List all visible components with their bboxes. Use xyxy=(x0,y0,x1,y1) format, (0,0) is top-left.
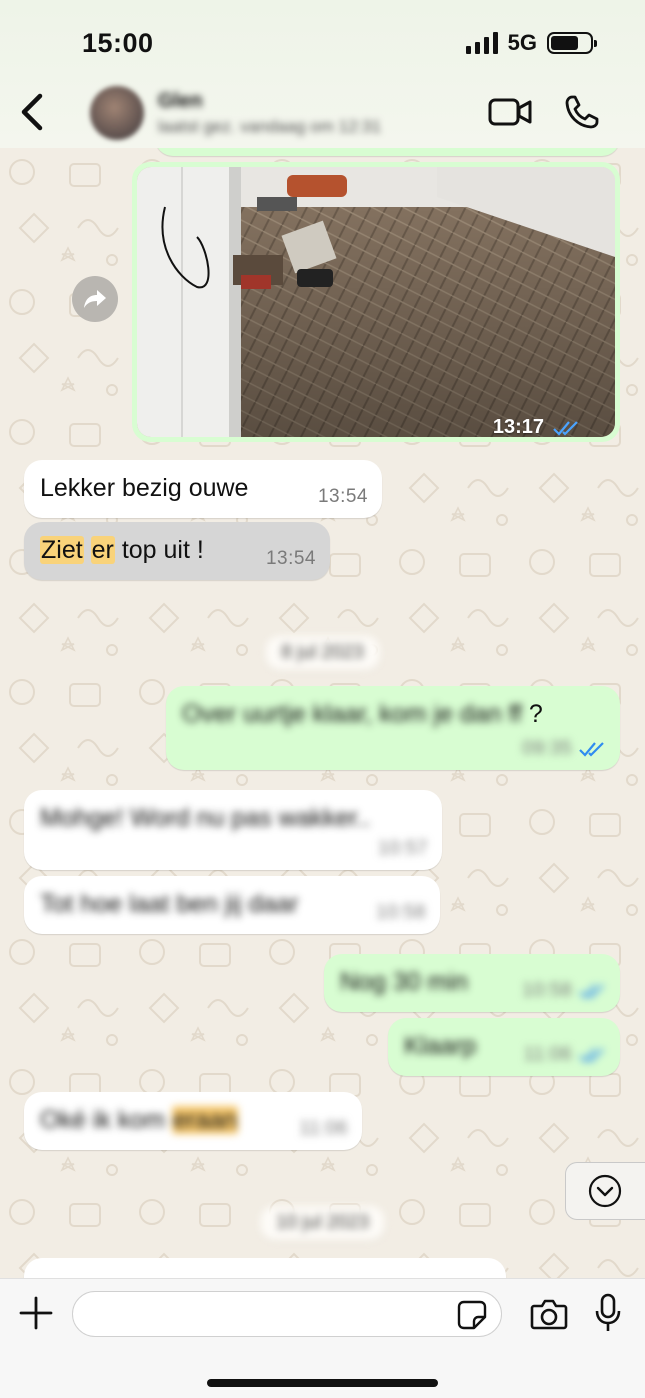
message-bubble-incoming[interactable]: Oké ik kom eraan 11:06 xyxy=(24,1092,362,1150)
photo-meta: 13:17 xyxy=(493,416,580,439)
message-meta: 11:06 xyxy=(524,1044,606,1066)
video-call-icon[interactable] xyxy=(488,96,532,128)
contact-avatar[interactable] xyxy=(90,86,144,140)
back-chevron-icon[interactable] xyxy=(16,92,50,132)
forward-arrow-icon xyxy=(84,290,106,308)
message-composer xyxy=(0,1278,645,1398)
message-bubble-outgoing[interactable]: Nog 30 min 10:58 xyxy=(324,954,620,1012)
microphone-icon[interactable] xyxy=(594,1293,622,1333)
camera-icon[interactable] xyxy=(530,1297,568,1331)
message-text: Over uurtje klaar, kom je dan ff ? xyxy=(182,700,543,729)
message-time: 13:54 xyxy=(317,486,368,507)
message-text: Ziet er top uit ! xyxy=(40,536,204,565)
message-time: 11:06 xyxy=(299,1118,348,1139)
message-bubble-incoming-selected[interactable]: Ziet er top uit ! 13:54 xyxy=(24,522,330,580)
message-text: Lekker bezig ouwe xyxy=(40,474,249,502)
message-bubble-outgoing[interactable]: Over uurtje klaar, kom je dan ff ? 09:35 xyxy=(166,686,620,770)
message-bubble-incoming[interactable]: Mohge! Word nu pas wakker.. 10:57 xyxy=(24,790,442,870)
message-time: 10:58 xyxy=(375,902,426,923)
message-bubble-outgoing[interactable]: Klaarp 11:06 xyxy=(388,1018,620,1076)
message-text: Tot hoe laat ben jij daar xyxy=(40,890,299,918)
photo-image[interactable] xyxy=(137,167,615,437)
forward-button[interactable] xyxy=(72,276,118,322)
scroll-to-bottom-button[interactable] xyxy=(565,1162,645,1220)
message-text-suffix: ? xyxy=(521,700,543,728)
chevron-down-circle-icon xyxy=(588,1174,622,1208)
message-meta: 10:58 xyxy=(522,980,606,1002)
message-text-rest: top uit ! xyxy=(114,536,204,564)
photo-message[interactable]: 13:17 xyxy=(132,162,620,442)
phone-call-icon[interactable] xyxy=(564,94,600,130)
contact-name[interactable]: Glen xyxy=(158,90,202,113)
read-receipt-icon xyxy=(579,984,604,999)
message-meta: 09:35 xyxy=(522,738,606,760)
read-receipt-icon xyxy=(579,742,604,757)
signal-icon xyxy=(465,32,498,54)
search-highlight: er xyxy=(90,536,115,564)
message-text: Oké ik kom eraan xyxy=(40,1106,238,1135)
message-text: Nog 30 min xyxy=(340,968,468,996)
message-text: Mohge! Word nu pas wakker.. xyxy=(40,804,371,832)
message-time: 10:57 xyxy=(377,838,428,859)
read-receipt-icon xyxy=(579,1048,604,1063)
message-time: 10:58 xyxy=(522,980,573,1001)
status-time: 15:00 xyxy=(82,28,154,58)
message-time: 13:54 xyxy=(265,548,316,569)
search-highlight: eraan xyxy=(171,1106,238,1134)
date-separator: 10 jul 2023 xyxy=(260,1206,385,1240)
contact-last-seen: laatst gez. vandaag om 12:31 xyxy=(158,117,382,136)
message-bubble-partial[interactable] xyxy=(24,1258,506,1278)
date-separator: 8 jul 2023 xyxy=(265,636,380,670)
message-input[interactable] xyxy=(72,1291,502,1337)
sticker-icon[interactable] xyxy=(456,1299,488,1331)
plus-icon[interactable] xyxy=(18,1295,54,1331)
network-label: 5G xyxy=(507,30,537,55)
home-indicator xyxy=(207,1379,438,1387)
message-text: Klaarp xyxy=(404,1032,477,1060)
battery-icon xyxy=(547,32,597,54)
message-time: 09:35 xyxy=(522,738,573,759)
read-receipt-icon xyxy=(553,420,578,436)
message-bubble-partial[interactable] xyxy=(155,148,620,156)
chat-header: 15:00 5G Glen laatst gez. vandaag om 12:… xyxy=(0,0,645,148)
status-icons: 5G xyxy=(465,30,597,56)
photo-time: 13:17 xyxy=(492,416,544,438)
message-text-main: Oké ik kom xyxy=(40,1106,172,1134)
chat-area[interactable]: 13:17 Lekker bezig ouwe 13:54 Ziet er to… xyxy=(0,148,645,1278)
message-text-blurred: Over uurtje klaar, kom je dan ff xyxy=(182,700,522,728)
message-time: 11:06 xyxy=(523,1044,573,1065)
search-highlight: Ziet xyxy=(40,536,84,564)
message-bubble-incoming[interactable]: Tot hoe laat ben jij daar 10:58 xyxy=(24,876,440,934)
message-bubble-incoming[interactable]: Lekker bezig ouwe 13:54 xyxy=(24,460,382,518)
